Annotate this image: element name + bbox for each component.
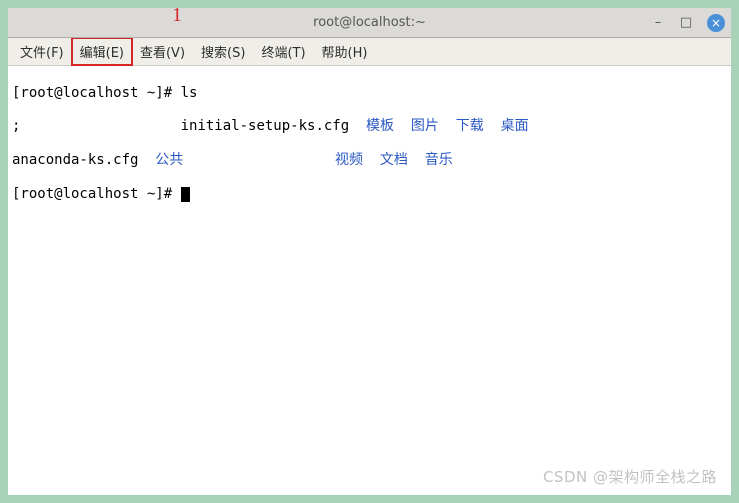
ls-dir: 视频: [335, 152, 363, 168]
ls-item: anaconda-ks.cfg: [12, 152, 138, 168]
terminal-output[interactable]: [root@localhost ~]# ls ; initial-setup-k…: [8, 66, 731, 221]
annotation-number: 1: [172, 4, 182, 27]
ls-dir: 图片: [411, 118, 439, 134]
ls-dir: 文档: [380, 152, 408, 168]
prompt: [root@localhost ~]#: [12, 85, 181, 101]
window-controls: – □ ×: [651, 14, 725, 32]
command-text: ls: [181, 85, 198, 101]
prompt: [root@localhost ~]#: [12, 186, 181, 202]
menubar: 文件(F) 编辑(E) 查看(V) 搜索(S) 终端(T) 帮助(H): [8, 38, 731, 66]
ls-dir: 模板: [366, 118, 394, 134]
menu-file[interactable]: 文件(F): [12, 38, 72, 65]
menu-help[interactable]: 帮助(H): [314, 38, 376, 65]
ls-item: ;: [12, 118, 20, 134]
minimize-button[interactable]: –: [651, 16, 665, 30]
ls-dir: 下载: [456, 118, 484, 134]
maximize-button[interactable]: □: [679, 16, 693, 30]
menu-terminal[interactable]: 终端(T): [253, 38, 313, 65]
menu-search[interactable]: 搜索(S): [193, 38, 253, 65]
menu-view[interactable]: 查看(V): [132, 38, 193, 65]
window-titlebar: 1 root@localhost:~ – □ ×: [8, 8, 731, 38]
ls-dir: 桌面: [501, 118, 529, 134]
watermark: CSDN @架构师全栈之路: [543, 466, 717, 487]
close-button[interactable]: ×: [707, 14, 725, 32]
ls-dir: 音乐: [425, 152, 453, 168]
menu-edit[interactable]: 编辑(E): [72, 38, 132, 65]
ls-dir: 公共: [155, 152, 183, 168]
cursor: [181, 187, 190, 202]
ls-item: initial-setup-ks.cfg: [181, 118, 350, 134]
window-title: root@localhost:~: [313, 15, 426, 30]
